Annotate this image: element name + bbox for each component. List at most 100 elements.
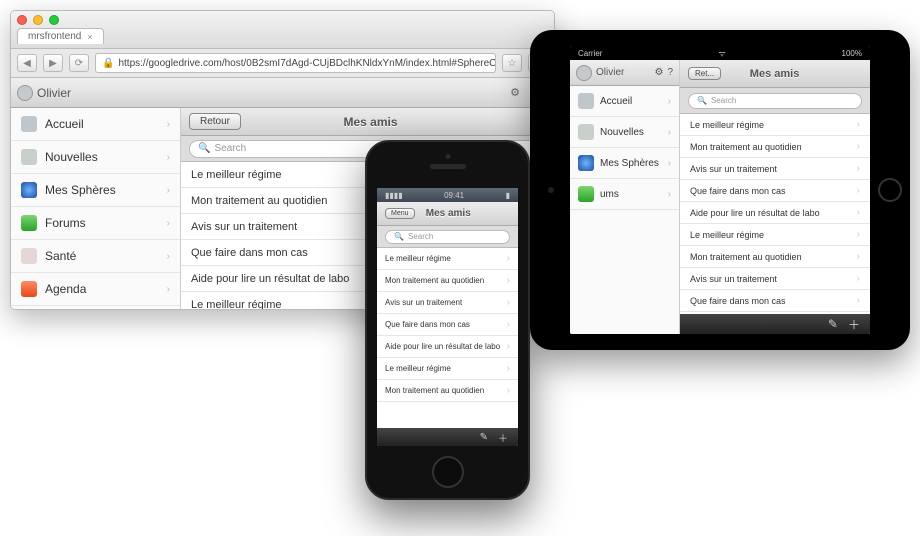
list-item-label: Avis sur un traitement bbox=[385, 298, 462, 307]
chevron-right-icon: › bbox=[167, 284, 170, 295]
sidebar-item[interactable]: Nouvelles› bbox=[570, 117, 679, 148]
carrier-label: Carrier bbox=[578, 49, 602, 58]
iphone-home-button[interactable] bbox=[432, 456, 464, 488]
ios-status-bar: Carrier ᯤ 100% bbox=[570, 46, 870, 60]
user-chip[interactable]: Olivier bbox=[17, 85, 71, 101]
list-item[interactable]: Le meilleur régime › bbox=[680, 224, 870, 246]
toolbar: ✎ ＋ bbox=[680, 314, 870, 334]
list-item[interactable]: Mon traitement au quotidien › bbox=[377, 270, 518, 292]
list-item-label: Le meilleur régime bbox=[191, 169, 281, 181]
content-list: Le meilleur régime › Mon traitement au quo… bbox=[680, 114, 870, 314]
chevron-right-icon: › bbox=[507, 297, 510, 308]
sidebar-item[interactable]: ums› bbox=[570, 179, 679, 210]
nav-back-button[interactable]: ◀ bbox=[17, 54, 37, 72]
sidebar-item[interactable]: Accueil› bbox=[11, 108, 180, 141]
browser-chrome: mrsfrontend × bbox=[11, 11, 554, 49]
list-item-label: Mon traitement au quotidien bbox=[690, 252, 802, 262]
menu-icon bbox=[21, 182, 37, 198]
search-input[interactable]: 🔍 Search bbox=[385, 230, 510, 244]
chevron-right-icon: › bbox=[507, 319, 510, 330]
sidebar-item[interactable]: Accueil› bbox=[570, 86, 679, 117]
main-header: Ret... Mes amis bbox=[680, 60, 870, 88]
menu-icon bbox=[21, 281, 37, 297]
compose-icon[interactable]: ✎ bbox=[828, 317, 838, 331]
list-item-label: Le meilleur régime bbox=[690, 230, 764, 240]
list-item-label: Mon traitement au quotidien bbox=[385, 276, 484, 285]
list-item-label: Mon traitement au quotidien bbox=[385, 386, 484, 395]
ipad-screen: Carrier ᯤ 100% Olivier ⚙ ? Accueil›Nouve… bbox=[570, 46, 870, 334]
back-button[interactable]: Ret... bbox=[688, 67, 721, 80]
help-icon[interactable]: ? bbox=[667, 67, 673, 78]
chevron-right-icon: › bbox=[857, 207, 860, 218]
search-icon: 🔍 bbox=[198, 143, 210, 154]
list-item[interactable]: Que faire dans mon cas› bbox=[377, 314, 518, 336]
chevron-right-icon: › bbox=[857, 229, 860, 240]
lock-icon: 🔒 bbox=[102, 58, 114, 69]
list-item[interactable]: Avis sur un traitement› bbox=[680, 158, 870, 180]
search-input[interactable]: 🔍 Search bbox=[688, 93, 862, 109]
list-item[interactable]: Que faire dans mon cas› bbox=[680, 290, 870, 312]
ios-status-bar: ▮▮▮▮ 09:41 ▮ bbox=[377, 188, 518, 202]
sidebar-item-label: Accueil bbox=[600, 96, 632, 107]
list-item[interactable]: Mon traitement au quotidien › bbox=[680, 246, 870, 268]
battery-label: 100% bbox=[842, 49, 862, 58]
gear-icon[interactable]: ⚙ bbox=[506, 84, 524, 102]
list-item[interactable]: Aide pour lire un résultat de labo› bbox=[377, 336, 518, 358]
chevron-right-icon: › bbox=[167, 119, 170, 130]
sidebar-item-label: Santé bbox=[45, 249, 76, 263]
sidebar-item[interactable]: Nouvelles› bbox=[11, 141, 180, 174]
sidebar-item[interactable]: Mémo› bbox=[11, 306, 180, 310]
bookmark-icon[interactable]: ☆ bbox=[502, 54, 522, 72]
close-icon[interactable] bbox=[17, 15, 27, 25]
nav-forward-button[interactable]: ▶ bbox=[43, 54, 63, 72]
list-item[interactable]: Avis sur un traitement › bbox=[680, 268, 870, 290]
iphone-frame: ▮▮▮▮ 09:41 ▮ Menu Mes amis 🔍 Search Le m… bbox=[365, 140, 530, 500]
url-field[interactable]: 🔒 https://googledrive.com/host/0B2smI7dA… bbox=[95, 53, 496, 73]
list-item-label: Mon traitement au quotidien bbox=[690, 142, 802, 152]
signal-icon: ▮▮▮▮ bbox=[385, 191, 403, 200]
add-icon[interactable]: ＋ bbox=[848, 316, 860, 333]
list-item-label: Avis sur un traitement bbox=[690, 274, 777, 284]
close-tab-icon[interactable]: × bbox=[87, 32, 92, 42]
compose-icon[interactable]: ✎ bbox=[480, 432, 488, 443]
sidebar-item[interactable]: Forums› bbox=[11, 207, 180, 240]
list-item[interactable]: Le meilleur régime› bbox=[680, 114, 870, 136]
maximize-icon[interactable] bbox=[49, 15, 59, 25]
menu-icon bbox=[578, 186, 594, 202]
list-item[interactable]: Avis sur un traitement › bbox=[377, 292, 518, 314]
list-item[interactable]: Que faire dans mon cas› bbox=[680, 180, 870, 202]
search-placeholder: Search bbox=[214, 143, 246, 154]
reload-button[interactable]: ⟳ bbox=[69, 54, 89, 72]
page-title: Mes amis bbox=[729, 68, 820, 80]
chevron-right-icon: › bbox=[857, 273, 860, 284]
clock: 09:41 bbox=[444, 191, 464, 200]
chevron-right-icon: › bbox=[167, 185, 170, 196]
chevron-right-icon: › bbox=[857, 251, 860, 262]
window-controls bbox=[17, 15, 548, 25]
list-item[interactable]: Mon traitement au quotidien› bbox=[377, 380, 518, 402]
list-item[interactable]: Le meilleur régime› bbox=[377, 248, 518, 270]
sidebar-item[interactable]: Santé› bbox=[11, 240, 180, 273]
minimize-icon[interactable] bbox=[33, 15, 43, 25]
chevron-right-icon: › bbox=[668, 189, 671, 200]
list-item[interactable]: Aide pour lire un résultat de labo› bbox=[680, 202, 870, 224]
iphone-speaker bbox=[430, 164, 466, 169]
list-item[interactable]: Le meilleur régime› bbox=[377, 358, 518, 380]
chevron-right-icon: › bbox=[507, 275, 510, 286]
ipad-home-button[interactable] bbox=[878, 178, 902, 202]
sidebar-item[interactable]: Agenda› bbox=[11, 273, 180, 306]
chevron-right-icon: › bbox=[507, 363, 510, 374]
page-title: Mes amis bbox=[423, 208, 474, 219]
sidebar-item[interactable]: Mes Sphères› bbox=[570, 148, 679, 179]
add-icon[interactable]: ＋ bbox=[498, 430, 508, 445]
username: Olivier bbox=[596, 67, 624, 78]
back-button[interactable]: Retour bbox=[189, 113, 241, 130]
browser-tab[interactable]: mrsfrontend × bbox=[17, 28, 104, 44]
search-bar: 🔍 Search bbox=[377, 226, 518, 248]
back-button[interactable]: Menu bbox=[385, 208, 415, 219]
sidebar-item[interactable]: Mes Sphères› bbox=[11, 174, 180, 207]
search-bar: 🔍 Search bbox=[680, 88, 870, 114]
list-item[interactable]: Mon traitement au quotidien› bbox=[680, 136, 870, 158]
app-topbar: Olivier ⚙ ? bbox=[11, 78, 554, 108]
gear-icon[interactable]: ⚙ bbox=[654, 67, 663, 78]
